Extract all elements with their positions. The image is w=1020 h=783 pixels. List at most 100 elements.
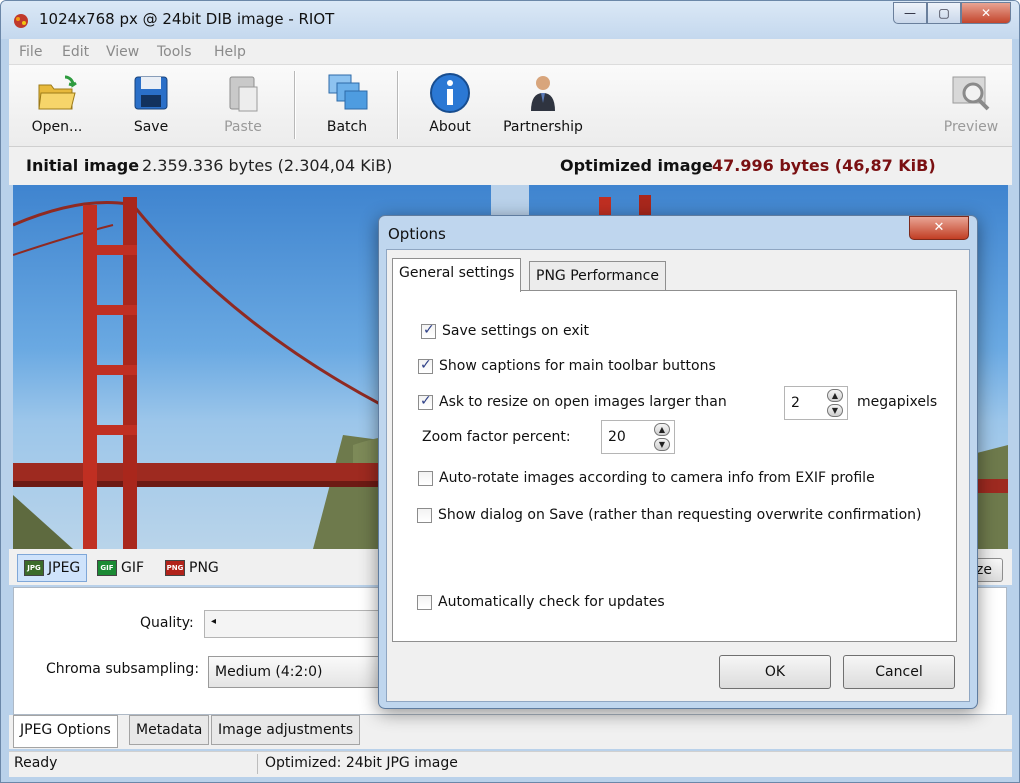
format-jpeg-label: JPEG (48, 560, 81, 576)
format-gif-tab[interactable]: GIF GIF (91, 554, 150, 582)
spin-down-icon[interactable]: ▼ (654, 438, 670, 451)
paste-button[interactable]: Paste (201, 69, 285, 141)
check-updates-label: Automatically check for updates (438, 594, 665, 610)
format-png-tab[interactable]: PNG PNG (159, 554, 225, 582)
quality-label: Quality: (140, 615, 194, 631)
format-gif-label: GIF (121, 560, 145, 576)
cancel-button[interactable]: Cancel (843, 655, 955, 689)
info-icon (430, 73, 470, 113)
initial-image-label: Initial image (26, 156, 140, 175)
status-ready: Ready (14, 755, 58, 771)
save-settings-checkbox[interactable] (421, 322, 436, 339)
zoom-factor-label: Zoom factor percent: (422, 429, 571, 445)
ask-resize-label: Ask to resize on open images larger than (439, 394, 727, 410)
spin-up-icon[interactable]: ▲ (827, 389, 843, 402)
option-check-updates-row[interactable]: Automatically check for updates (417, 594, 665, 610)
window-title: 1024x768 px @ 24bit DIB image - RIOT (39, 10, 335, 28)
title-bar: 1024x768 px @ 24bit DIB image - RIOT — ▢… (1, 1, 1019, 39)
partnership-button[interactable]: Partnership (501, 69, 585, 141)
tab-general-settings[interactable]: General settings (392, 258, 522, 292)
batch-button[interactable]: Batch (305, 69, 389, 141)
maximize-button[interactable]: ▢ (927, 2, 961, 24)
main-toolbar: Open... Save Paste Batch About Partnersh… (9, 65, 1012, 147)
close-button[interactable]: ✕ (961, 2, 1011, 24)
menu-bar: File Edit View Tools Help (9, 39, 1012, 65)
options-dialog-title: Options (388, 225, 446, 243)
save-settings-label: Save settings on exit (442, 323, 590, 339)
tab-png-performance[interactable]: PNG Performance (529, 261, 666, 291)
option-ask-resize-row[interactable]: Ask to resize on open images larger than (418, 393, 727, 410)
batch-label: Batch (326, 119, 368, 135)
option-save-settings-row[interactable]: Save settings on exit (421, 322, 590, 339)
optimized-image-size: 47.996 bytes (46,87 KiB) (712, 156, 936, 175)
png-icon: PNG (165, 560, 185, 576)
image-info-bar: Initial image 2.359.336 bytes (2.304,04 … (9, 147, 1012, 185)
paste-clipboard-icon (229, 76, 258, 112)
riot-app-icon (14, 14, 28, 28)
about-button[interactable]: About (408, 69, 492, 141)
businessman-icon (531, 76, 555, 111)
format-png-label: PNG (189, 560, 219, 576)
zoom-factor-spinner[interactable]: 20 ▲ ▼ (601, 420, 675, 454)
open-folder-icon (38, 75, 77, 110)
option-show-captions-row[interactable]: Show captions for main toolbar buttons (418, 357, 716, 374)
format-jpeg-tab[interactable]: JPG JPEG (17, 554, 88, 582)
menu-view[interactable]: View (106, 44, 139, 60)
tab-jpeg-options[interactable]: JPEG Options (13, 715, 118, 748)
paste-label: Paste (224, 119, 262, 135)
about-label: About (429, 119, 471, 135)
zoom-factor-value[interactable]: 20 (602, 421, 654, 453)
options-dialog-close-button[interactable]: ✕ (909, 216, 969, 240)
options-dialog: Options ✕ General settings PNG Performan… (378, 215, 978, 709)
window-controls: — ▢ ✕ (893, 2, 1011, 24)
megapixels-value[interactable]: 2 (785, 387, 827, 419)
preview-magnifier-icon (952, 76, 990, 111)
jpeg-icon: JPG (24, 560, 44, 576)
general-settings-page: Save settings on exit Show captions for … (392, 290, 957, 642)
show-captions-checkbox[interactable] (418, 357, 433, 374)
options-dialog-body: General settings PNG Performance Save se… (386, 249, 970, 702)
menu-help[interactable]: Help (214, 44, 246, 60)
chroma-label: Chroma subsampling: (46, 661, 200, 677)
spin-up-icon[interactable]: ▲ (654, 423, 670, 436)
partnership-label: Partnership (503, 119, 583, 135)
slider-left-arrow-icon: ◂ (211, 616, 217, 627)
chroma-subsampling-select[interactable]: Medium (4:2:0) (208, 656, 398, 688)
spin-down-icon[interactable]: ▼ (827, 404, 843, 417)
toolbar-separator (397, 71, 399, 139)
menu-tools[interactable]: Tools (157, 44, 192, 60)
save-button[interactable]: Save (109, 69, 193, 141)
tab-metadata[interactable]: Metadata (129, 715, 210, 745)
megapixels-spinner[interactable]: 2 ▲ ▼ (784, 386, 848, 420)
ok-button[interactable]: OK (719, 655, 831, 689)
option-auto-rotate-row[interactable]: Auto-rotate images according to camera i… (418, 470, 875, 486)
check-updates-checkbox[interactable] (417, 594, 432, 610)
menu-file[interactable]: File (19, 44, 42, 60)
open-button[interactable]: Open... (15, 69, 99, 141)
show-dialog-save-checkbox[interactable] (417, 507, 432, 523)
status-divider (257, 754, 258, 774)
initial-image-size: 2.359.336 bytes (2.304,04 KiB) (142, 156, 393, 175)
auto-rotate-label: Auto-rotate images according to camera i… (439, 470, 875, 486)
tab-image-adjustments[interactable]: Image adjustments (211, 715, 361, 745)
gif-icon: GIF (97, 560, 117, 576)
quality-slider[interactable]: ◂ (204, 610, 394, 638)
bottom-tabs: JPEG Options Metadata Image adjustments (9, 715, 1012, 749)
option-show-dialog-save-row[interactable]: Show dialog on Save (rather than request… (417, 507, 921, 523)
status-optimized: Optimized: 24bit JPG image (265, 755, 458, 771)
menu-edit[interactable]: Edit (62, 44, 89, 60)
minimize-button[interactable]: — (893, 2, 927, 24)
preview-label: Preview (943, 119, 999, 135)
ask-resize-checkbox[interactable] (418, 393, 433, 410)
batch-images-icon (328, 74, 368, 110)
status-bar: Ready Optimized: 24bit JPG image (9, 751, 1012, 777)
save-disk-icon (134, 76, 168, 110)
show-captions-label: Show captions for main toolbar buttons (439, 358, 716, 374)
preview-button[interactable]: Preview (929, 69, 1013, 141)
open-label: Open... (31, 119, 83, 135)
show-dialog-save-label: Show dialog on Save (rather than request… (438, 507, 922, 523)
save-label: Save (133, 119, 169, 135)
optimized-image-label: Optimized image (560, 156, 713, 175)
toolbar-separator (294, 71, 296, 139)
auto-rotate-checkbox[interactable] (418, 470, 433, 486)
